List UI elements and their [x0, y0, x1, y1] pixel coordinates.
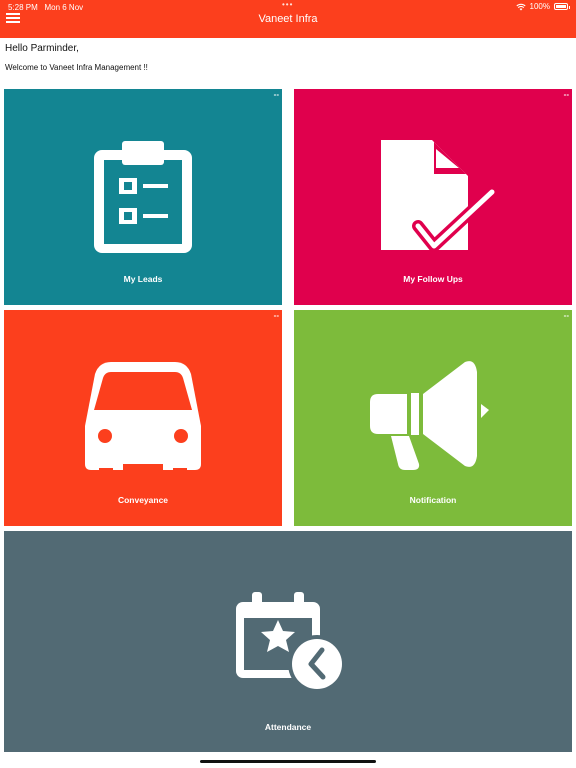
greeting-text: Hello Parminder,	[5, 43, 79, 54]
tile-label: My Follow Ups	[403, 274, 463, 284]
megaphone-icon	[370, 361, 489, 470]
welcome-text: Welcome to Vaneet Infra Management !!	[5, 63, 148, 72]
clipboard-checklist-icon	[94, 141, 192, 253]
tile-badge: --	[273, 90, 279, 99]
tile-badge: --	[563, 90, 569, 99]
tile-conveyance[interactable]: -- Conveyance	[4, 310, 282, 526]
tile-badge: --	[273, 311, 279, 320]
tile-attendance[interactable]: Attendance	[4, 531, 572, 752]
tile-my-follow-ups[interactable]: -- My Follow Ups	[294, 89, 572, 305]
tile-notification[interactable]: -- Notification	[294, 310, 572, 526]
tile-label: Attendance	[264, 722, 312, 732]
app-header: 5:28 PM Mon 6 Nov ••• 100% Vaneet Infra	[0, 0, 576, 38]
vehicle-icon	[85, 362, 201, 474]
tile-label: My Leads	[123, 274, 163, 284]
document-check-icon	[381, 140, 498, 252]
status-bar-right: 100%	[515, 2, 570, 11]
app-title: Vaneet Infra	[258, 13, 318, 25]
tile-my-leads[interactable]: -- My Leads	[4, 89, 282, 305]
battery-percent: 100%	[529, 2, 550, 11]
wifi-icon	[515, 3, 526, 10]
multitasking-dots[interactable]: •••	[282, 0, 293, 9]
calendar-clock-icon	[236, 592, 346, 693]
tile-label: Conveyance	[117, 495, 169, 505]
tile-badge: --	[563, 311, 569, 320]
home-indicator[interactable]	[200, 760, 376, 763]
status-bar-time: 5:28 PM Mon 6 Nov	[8, 3, 84, 12]
tile-label: Notification	[409, 495, 457, 505]
battery-icon	[554, 3, 570, 10]
